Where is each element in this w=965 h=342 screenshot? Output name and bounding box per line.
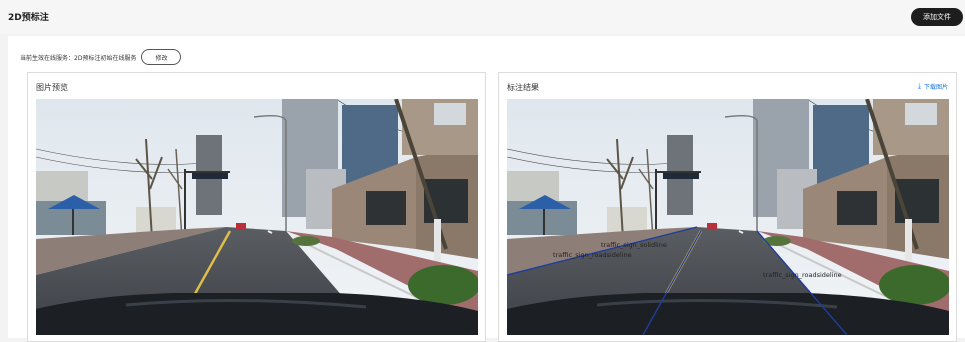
top-bar: 2D预标注 添加文件 xyxy=(0,0,965,34)
annotation-result-panel: 标注结果 ⤓ 下载图片 traffic_sign_solidline traff… xyxy=(498,72,957,342)
download-icon: ⤓ xyxy=(917,82,921,90)
page-title: 2D预标注 xyxy=(8,13,49,23)
annotation-result-title: 标注结果 xyxy=(507,83,539,92)
add-file-button[interactable]: 添加文件 xyxy=(911,8,963,26)
modify-button[interactable]: 修改 xyxy=(141,49,182,65)
image-preview-title: 图片预览 xyxy=(36,83,68,92)
annotated-image: traffic_sign_solidline traffic_sign_road… xyxy=(507,99,949,335)
preview-image xyxy=(36,99,478,335)
download-image-link[interactable]: ⤓ 下载图片 xyxy=(918,82,948,91)
current-service-row: 当前生效在线服务：2D预标注初始在线服务 修改 xyxy=(20,49,182,65)
download-image-label: 下载图片 xyxy=(923,84,948,91)
annotation-label-roadsideline-right: traffic_sign_roadsideline xyxy=(763,271,842,279)
annotation-label-roadsideline-left: traffic_sign_roadsideline xyxy=(553,251,632,259)
image-preview-panel: 图片预览 xyxy=(27,72,486,342)
current-service-text: 当前生效在线服务：2D预标注初始在线服务 xyxy=(20,54,137,62)
annotation-label-solidline: traffic_sign_solidline xyxy=(601,241,667,249)
